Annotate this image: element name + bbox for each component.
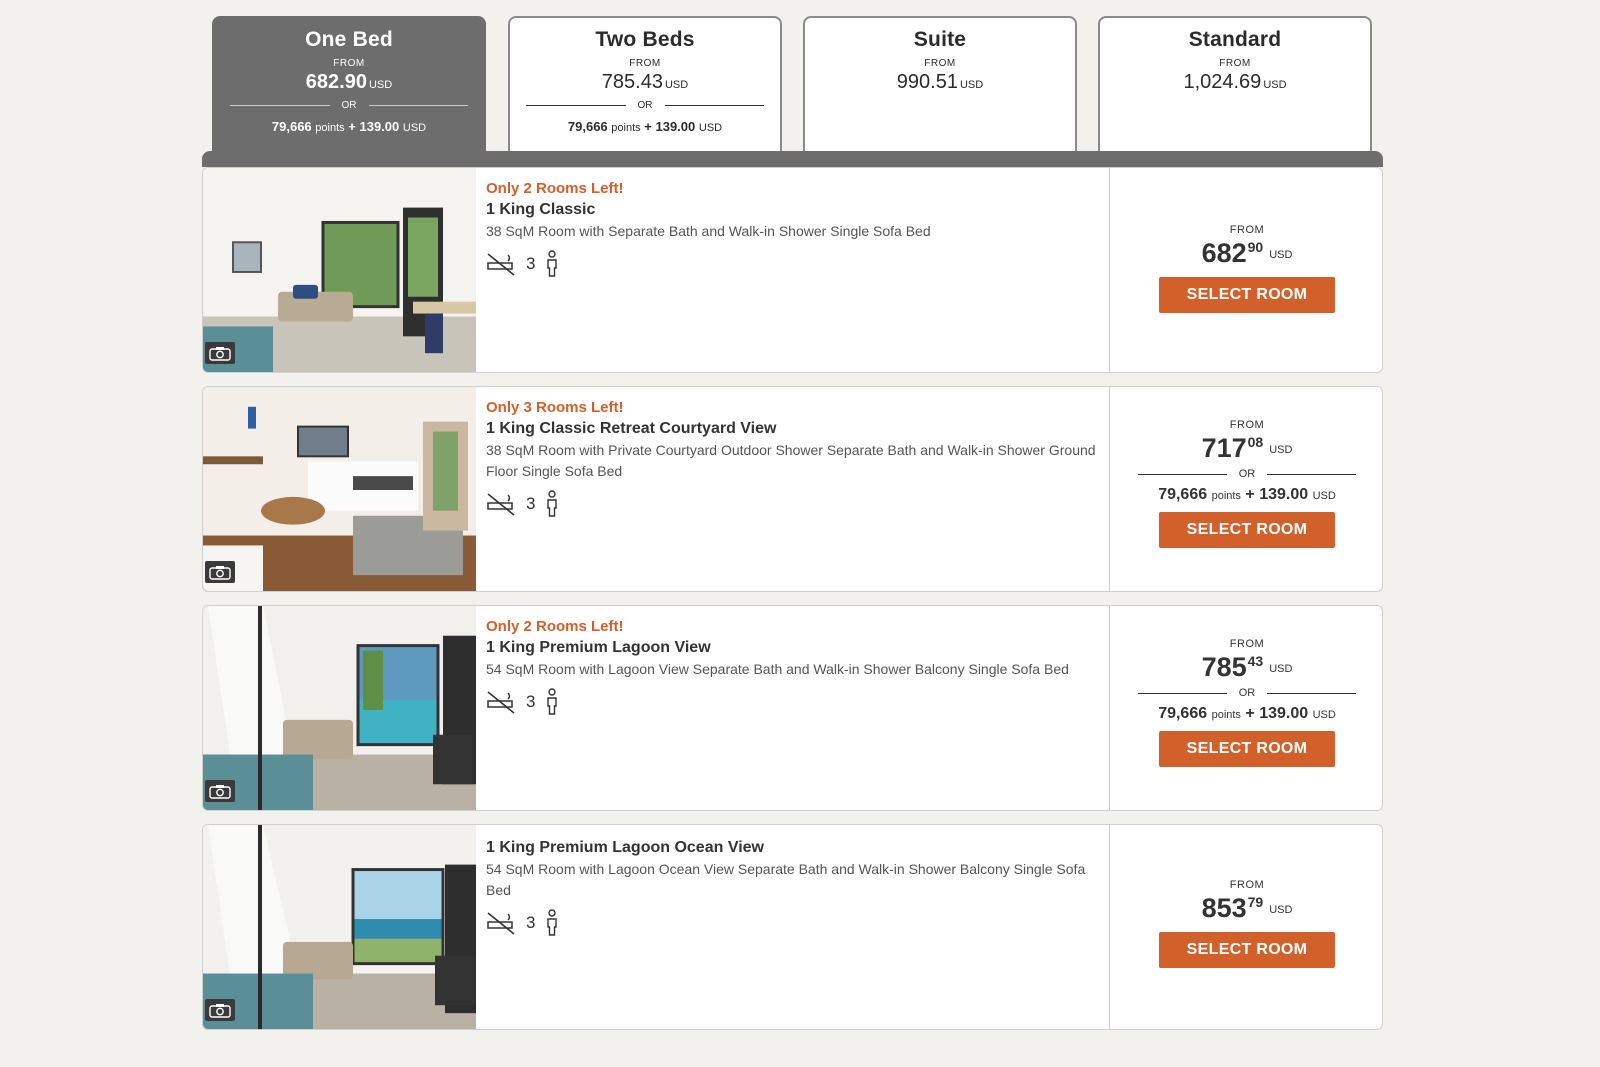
availability-badge: Only 2 Rooms Left! bbox=[486, 180, 624, 197]
room-price: 85379 USD bbox=[1201, 893, 1293, 923]
room-photo-image bbox=[203, 387, 476, 591]
price-panel: FROM 71708 USD OR 79,666 points + 139.00 … bbox=[1110, 387, 1382, 591]
room-description: 38 SqM Room with Separate Bath and Walk-… bbox=[486, 223, 931, 239]
camera-icon bbox=[209, 346, 231, 361]
tab-name: One Bed bbox=[305, 28, 393, 51]
room-name[interactable]: 1 King Classic Retreat Courtyard View bbox=[486, 420, 1096, 438]
tab-suite[interactable]: Suite FROM 990.51 USD bbox=[803, 16, 1077, 152]
tab-from-label: FROM bbox=[924, 58, 956, 69]
tab-price: 785.43 USD bbox=[601, 71, 689, 93]
tab-price: 682.90 USD bbox=[305, 71, 393, 93]
from-label: FROM bbox=[1229, 638, 1265, 650]
amenities: 3 bbox=[486, 909, 1096, 937]
camera-icon bbox=[209, 1003, 231, 1018]
tab-bar bbox=[202, 151, 1383, 167]
select-room-button[interactable]: SELECT ROOM bbox=[1159, 277, 1335, 313]
amenities: 3 bbox=[486, 250, 1096, 278]
tab-name: Standard bbox=[1188, 28, 1282, 51]
from-label: FROM bbox=[1229, 419, 1265, 431]
gallery-button[interactable] bbox=[205, 561, 235, 583]
room-name[interactable]: 1 King Premium Lagoon Ocean View bbox=[486, 839, 1096, 857]
tab-name: Suite bbox=[913, 28, 967, 51]
person-icon bbox=[547, 250, 558, 277]
gallery-button[interactable] bbox=[205, 999, 235, 1021]
tab-from-label: FROM bbox=[1219, 58, 1251, 69]
tab-one-bed[interactable]: One Bed FROM 682.90 USD OR 79,666 points … bbox=[212, 16, 486, 152]
tab-price: 1,024.69 USD bbox=[1183, 71, 1287, 93]
no-smoking-icon bbox=[487, 493, 515, 516]
room-price: 71708 USD bbox=[1201, 433, 1293, 463]
room-info: 1 King Premium Lagoon Ocean View 54 SqM … bbox=[486, 835, 1096, 937]
room-info: Only 2 Rooms Left! 1 King Classic 38 SqM… bbox=[486, 178, 1096, 278]
room-photo[interactable] bbox=[203, 606, 476, 810]
person-icon bbox=[547, 688, 558, 715]
no-smoking-icon bbox=[487, 912, 515, 935]
person-icon bbox=[547, 490, 558, 517]
room-price: 68290 USD bbox=[1201, 238, 1293, 268]
select-room-button[interactable]: SELECT ROOM bbox=[1159, 731, 1335, 767]
camera-icon bbox=[209, 784, 231, 799]
tab-standard[interactable]: Standard FROM 1,024.69 USD bbox=[1098, 16, 1372, 152]
tab-name: Two Beds bbox=[595, 28, 695, 51]
price-panel: FROM 68290 USD SELECT ROOM bbox=[1110, 168, 1382, 372]
tab-two-beds[interactable]: Two Beds FROM 785.43 USD OR 79,666 points… bbox=[508, 16, 782, 152]
room-photo-image bbox=[203, 168, 476, 372]
tab-from-label: FROM bbox=[333, 58, 365, 69]
or-divider: OR bbox=[1138, 468, 1356, 480]
or-divider: OR bbox=[1138, 687, 1356, 699]
room-photo[interactable] bbox=[203, 825, 476, 1029]
from-label: FROM bbox=[1229, 879, 1265, 891]
person-icon bbox=[547, 909, 558, 936]
tab-points-price: 79,666 points + 139.00 USD bbox=[271, 119, 427, 134]
room-photo[interactable] bbox=[203, 168, 476, 372]
room-photo[interactable] bbox=[203, 387, 476, 591]
room-description: 54 SqM Room with Lagoon Ocean View Separ… bbox=[486, 861, 1086, 898]
points-price: 79,666 points + 139.00 USD bbox=[1158, 705, 1336, 722]
select-room-button[interactable]: SELECT ROOM bbox=[1159, 932, 1335, 968]
or-divider: OR bbox=[230, 100, 468, 111]
room-description: 54 SqM Room with Lagoon View Separate Ba… bbox=[486, 661, 1069, 677]
gallery-button[interactable] bbox=[205, 780, 235, 802]
gallery-button[interactable] bbox=[205, 342, 235, 364]
room-info: Only 3 Rooms Left! 1 King Classic Retrea… bbox=[486, 397, 1096, 518]
no-smoking-icon bbox=[487, 691, 515, 714]
tab-points-price: 79,666 points + 139.00 USD bbox=[567, 119, 723, 134]
tab-price: 990.51 USD bbox=[896, 71, 984, 93]
room-name[interactable]: 1 King Classic bbox=[486, 201, 1096, 219]
room-card: 1 King Premium Lagoon Ocean View 54 SqM … bbox=[202, 824, 1383, 1030]
occupancy-count: 3 bbox=[526, 913, 536, 932]
tab-from-label: FROM bbox=[629, 58, 661, 69]
occupancy-count: 3 bbox=[526, 254, 536, 273]
amenities: 3 bbox=[486, 490, 1096, 518]
room-description: 38 SqM Room with Private Courtyard Outdo… bbox=[486, 442, 1096, 479]
room-price: 78543 USD bbox=[1201, 652, 1293, 682]
availability-badge: Only 3 Rooms Left! bbox=[486, 399, 624, 416]
from-label: FROM bbox=[1229, 224, 1265, 236]
price-panel: FROM 78543 USD OR 79,666 points + 139.00 … bbox=[1110, 606, 1382, 810]
occupancy-count: 3 bbox=[526, 494, 536, 513]
price-panel: FROM 85379 USD SELECT ROOM bbox=[1110, 825, 1382, 1029]
availability-badge: Only 2 Rooms Left! bbox=[486, 618, 624, 635]
room-card: Only 2 Rooms Left! 1 King Premium Lagoon… bbox=[202, 605, 1383, 811]
amenities: 3 bbox=[486, 688, 1096, 716]
room-photo-image bbox=[203, 825, 476, 1029]
occupancy-count: 3 bbox=[526, 692, 536, 711]
no-smoking-icon bbox=[487, 253, 515, 276]
select-room-button[interactable]: SELECT ROOM bbox=[1159, 512, 1335, 548]
room-name[interactable]: 1 King Premium Lagoon View bbox=[486, 639, 1096, 657]
points-price: 79,666 points + 139.00 USD bbox=[1158, 486, 1336, 503]
room-info: Only 2 Rooms Left! 1 King Premium Lagoon… bbox=[486, 616, 1096, 716]
or-divider: OR bbox=[526, 100, 764, 111]
room-photo-image bbox=[203, 606, 476, 810]
camera-icon bbox=[209, 565, 231, 580]
room-card: Only 2 Rooms Left! 1 King Classic 38 SqM… bbox=[202, 167, 1383, 373]
room-card: Only 3 Rooms Left! 1 King Classic Retrea… bbox=[202, 386, 1383, 592]
room-type-tabs: One Bed FROM 682.90 USD OR 79,666 points … bbox=[212, 16, 1372, 152]
